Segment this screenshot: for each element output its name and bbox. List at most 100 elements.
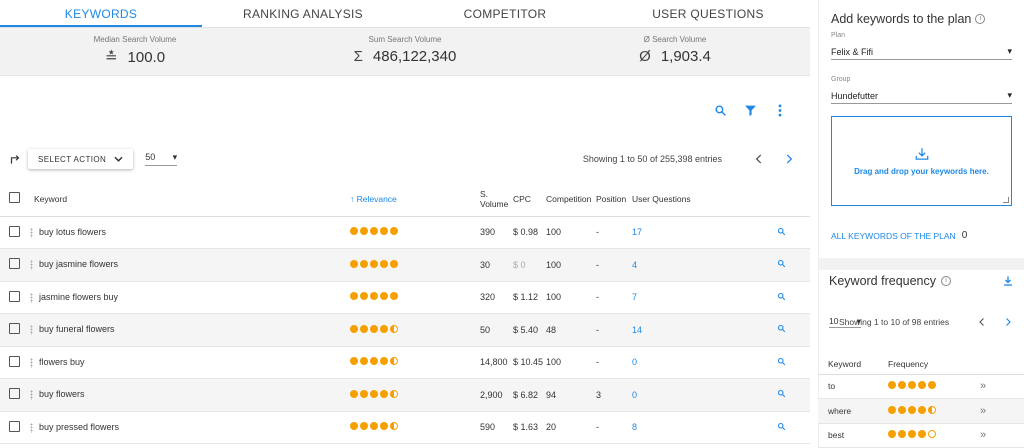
chevron-right-icon[interactable]	[782, 152, 796, 166]
drag-handle-icon[interactable]	[30, 325, 33, 336]
chevron-left-icon[interactable]	[752, 152, 766, 166]
search-icon[interactable]	[777, 357, 786, 366]
user-questions-link[interactable]: 4	[632, 260, 637, 270]
competition-cell: 20	[546, 411, 596, 444]
tab-keywords[interactable]: KEYWORDS	[0, 0, 202, 27]
row-checkbox[interactable]	[9, 388, 20, 400]
frequency-row[interactable]: best »	[818, 423, 1024, 448]
col-competition[interactable]: Competition	[546, 182, 596, 217]
table-row[interactable]: buy lotus flowers 390 $ 0.98 100-17	[0, 216, 810, 249]
rating-dot	[370, 227, 378, 236]
table-row[interactable]: buy pressed flowers 590 $ 1.63 20-8	[0, 411, 810, 444]
stat-sum: Sum Search Volume Σ 486,122,340	[270, 28, 540, 75]
tab-user-questions[interactable]: USER QUESTIONS	[606, 0, 810, 27]
search-icon[interactable]	[777, 227, 786, 236]
per-page-select[interactable]: 50 ▾	[145, 152, 178, 166]
plan-label: Plan	[831, 32, 846, 39]
col-user-questions[interactable]: User Questions	[632, 182, 777, 217]
col-cpc[interactable]: CPC	[513, 182, 546, 217]
user-questions-link[interactable]: 17	[632, 227, 642, 237]
search-icon[interactable]	[712, 102, 728, 118]
chevron-right-icon[interactable]	[1002, 316, 1014, 328]
drag-handle-icon[interactable]	[30, 422, 33, 433]
info-icon[interactable]: i	[975, 14, 986, 24]
frequency-row[interactable]: where »	[818, 398, 1024, 424]
group-select[interactable]: Hundefutter ▾	[831, 88, 1012, 104]
drag-handle-icon[interactable]	[30, 260, 33, 271]
rating-dot	[380, 389, 388, 398]
user-questions-link[interactable]: 8	[632, 422, 637, 432]
row-checkbox[interactable]	[9, 290, 20, 302]
keyword-cell: buy flowers	[39, 389, 85, 400]
user-questions-link[interactable]: 14	[632, 325, 642, 335]
drag-handle-icon[interactable]	[30, 227, 33, 238]
chevron-down-icon	[114, 156, 123, 162]
stat-average: Ø Search Volume Ø 1,903.4	[540, 28, 810, 75]
col-keyword[interactable]: Keyword	[28, 182, 350, 217]
col-freq-frequency[interactable]: Frequency	[888, 354, 980, 375]
competition-cell: 100	[546, 248, 596, 282]
drag-handle-icon[interactable]	[30, 357, 33, 368]
group-value: Hundefutter	[831, 90, 879, 101]
double-chevron-right-icon[interactable]: »	[980, 405, 986, 417]
competition-cell: 48	[546, 313, 596, 347]
table-row[interactable]: jasmine flowers buy 320 $ 1.12 100-7	[0, 281, 810, 314]
table-row[interactable]: buy funeral flowers 50 $ 5.40 48-14	[0, 313, 810, 347]
col-position[interactable]: Position	[596, 182, 632, 217]
competition-cell: 100	[546, 216, 596, 249]
rating-dot	[918, 381, 926, 390]
col-relevance[interactable]: ↑ Relevance	[350, 182, 480, 217]
col-freq-keyword[interactable]: Keyword	[818, 354, 888, 375]
rating-dot	[370, 259, 378, 268]
drag-handle-icon[interactable]	[30, 390, 33, 401]
search-icon[interactable]	[777, 324, 786, 333]
row-checkbox[interactable]	[9, 225, 20, 237]
drag-handle-icon[interactable]	[30, 292, 33, 303]
search-icon[interactable]	[777, 259, 786, 268]
user-questions-link[interactable]: 0	[632, 357, 637, 367]
frequency-keyword-cell: to	[818, 374, 888, 399]
search-icon[interactable]	[777, 422, 786, 431]
rating-dot	[360, 259, 368, 268]
resize-handle[interactable]	[1003, 197, 1009, 203]
redo-arrow-icon[interactable]	[8, 152, 22, 166]
cpc-cell: $ 0.98	[513, 216, 546, 249]
dropdown-caret-icon: ▾	[172, 152, 178, 162]
rating-dots	[350, 292, 398, 301]
frequency-row[interactable]: to »	[818, 374, 1024, 399]
tab-competitor[interactable]: COMPETITOR	[404, 0, 606, 27]
rating-dot	[390, 389, 398, 398]
cpc-cell: $ 0	[513, 248, 546, 282]
col-search-volume[interactable]: S. Volume	[480, 182, 513, 217]
download-icon[interactable]	[1002, 275, 1014, 287]
select-action-button[interactable]: SELECT ACTION	[28, 149, 134, 169]
row-checkbox[interactable]	[9, 420, 20, 432]
search-icon[interactable]	[777, 389, 786, 398]
table-row[interactable]: flowers buy 14,800 $ 10.45 100-0	[0, 346, 810, 379]
user-questions-link[interactable]: 0	[632, 390, 637, 400]
plan-select[interactable]: Felix & Fifi ▾	[831, 44, 1012, 60]
all-keywords-row: ALL KEYWORDS OF THE PLAN 0	[831, 230, 1012, 241]
keyword-dropzone[interactable]: Drag and drop your keywords here.	[831, 116, 1012, 206]
table-header-row: Keyword ↑ Relevance S. Volume CPC Competi…	[0, 182, 810, 217]
keyword-cell: buy pressed flowers	[39, 421, 120, 432]
row-checkbox[interactable]	[9, 323, 20, 335]
rating-dots	[350, 422, 398, 431]
plan-value: Felix & Fifi	[831, 46, 874, 57]
row-checkbox[interactable]	[9, 355, 20, 367]
all-keywords-link[interactable]: ALL KEYWORDS OF THE PLAN	[831, 231, 956, 241]
more-vert-icon[interactable]	[772, 102, 788, 118]
user-questions-link[interactable]: 7	[632, 292, 637, 302]
table-row[interactable]: buy flowers 2,900 $ 6.82 94 3 0	[0, 378, 810, 412]
info-icon[interactable]: i	[941, 276, 952, 286]
table-row[interactable]: buy jasmine flowers 30 $ 0 100-4	[0, 248, 810, 282]
chevron-left-icon[interactable]	[976, 316, 988, 328]
row-checkbox[interactable]	[9, 258, 20, 270]
double-chevron-right-icon[interactable]: »	[980, 380, 986, 392]
filter-icon[interactable]	[742, 102, 758, 118]
frequency-header-row: Keyword Frequency	[818, 354, 1024, 375]
select-all-checkbox[interactable]	[9, 192, 20, 204]
double-chevron-right-icon[interactable]: »	[980, 429, 986, 441]
search-icon[interactable]	[777, 292, 786, 301]
tab-ranking-analysis[interactable]: RANKING ANALYSIS	[202, 0, 404, 27]
